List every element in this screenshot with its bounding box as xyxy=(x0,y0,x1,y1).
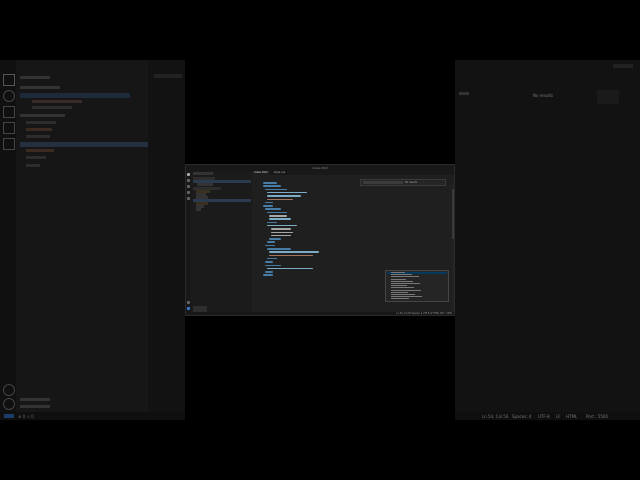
editor-area: index.html style.css No results xyxy=(252,171,454,312)
run-icon[interactable] xyxy=(187,191,190,194)
search-icon xyxy=(3,90,15,102)
code-line xyxy=(265,271,273,273)
code-line xyxy=(263,274,273,276)
code-line xyxy=(263,185,281,187)
code-line xyxy=(263,182,277,184)
tree-item[interactable] xyxy=(196,208,201,211)
search-icon[interactable] xyxy=(187,179,190,182)
bg-status-item: UTF-8 xyxy=(538,414,550,419)
background-activity-bar xyxy=(0,60,16,412)
suggestion-placeholder xyxy=(391,280,413,282)
line-number-gutter xyxy=(252,179,260,312)
suggestion-placeholder xyxy=(391,289,421,291)
code-line xyxy=(269,238,281,240)
background-editor xyxy=(148,60,185,412)
source-control-icon[interactable] xyxy=(187,185,190,188)
code-line xyxy=(265,208,281,210)
suggestion-placeholder xyxy=(391,298,409,300)
explorer-icon xyxy=(3,74,15,86)
bg-status-item: Ln 54, Col 56 xyxy=(482,414,509,419)
editor-window: index.html index.html style.css No resul… xyxy=(185,164,455,316)
suggestion-placeholder xyxy=(391,294,415,295)
code-line xyxy=(267,257,277,260)
settings-icon[interactable] xyxy=(187,307,190,310)
code-line xyxy=(269,218,291,220)
window-title: index.html xyxy=(312,166,328,170)
suggestion-placeholder xyxy=(391,274,412,276)
suggestion-placeholder xyxy=(391,291,408,293)
extensions-icon[interactable] xyxy=(187,197,190,200)
code-line xyxy=(267,198,293,200)
code-line xyxy=(267,224,297,227)
code-line xyxy=(271,228,291,230)
explorer-sidebar xyxy=(191,171,252,312)
code-line xyxy=(271,234,291,237)
status-bar: Ln 54, Col 56 Spaces: 4 UTF-8 LF HTML Po… xyxy=(186,312,454,315)
suggestion-placeholder xyxy=(391,283,420,284)
background-right-panel: No results xyxy=(455,60,640,412)
bg-status-item: Port : 5500 xyxy=(586,414,608,419)
scrollbar-thumb[interactable] xyxy=(452,189,454,239)
code-line xyxy=(263,205,273,207)
suggestion-placeholder xyxy=(391,276,419,278)
find-input[interactable] xyxy=(363,181,403,184)
find-widget: No results xyxy=(360,179,446,186)
background-sidebar xyxy=(16,60,148,412)
code-line xyxy=(267,191,307,194)
code-line xyxy=(265,244,275,247)
settings-icon xyxy=(3,398,15,410)
find-results: No results xyxy=(405,181,418,184)
code-line xyxy=(267,248,291,250)
suggestion-placeholder xyxy=(391,296,422,298)
bg-status-item: Spaces: 4 xyxy=(512,414,532,419)
suggestion-placeholder xyxy=(391,285,407,287)
bg-status-item: HTML xyxy=(566,414,578,419)
tab-index-html[interactable]: index.html xyxy=(252,171,270,175)
code-line xyxy=(269,215,287,217)
account-icon xyxy=(3,384,15,396)
status-right: Ln 54, Col 56 Spaces: 4 UTF-8 LF HTML Po… xyxy=(396,312,452,315)
suggestion-placeholder xyxy=(391,287,414,289)
code-line xyxy=(267,221,277,224)
vertical-scrollbar[interactable] xyxy=(452,179,454,312)
code-line xyxy=(269,251,319,253)
bg-status-item: LF xyxy=(556,414,561,419)
account-icon[interactable] xyxy=(187,301,190,304)
suggestion-placeholder xyxy=(391,272,405,273)
suggestion-widget xyxy=(385,270,449,302)
code-line xyxy=(265,264,281,266)
tab-style-css[interactable]: style.css xyxy=(272,171,287,175)
run-icon xyxy=(3,122,15,134)
background-no-results: No results xyxy=(533,93,554,98)
explorer-header xyxy=(193,172,213,175)
source-control-icon xyxy=(3,106,15,118)
tree-item[interactable] xyxy=(197,183,213,186)
code-line xyxy=(265,188,287,191)
code-line xyxy=(267,267,313,270)
code-line xyxy=(267,211,287,214)
explorer-icon[interactable] xyxy=(187,173,190,176)
code-line xyxy=(271,231,293,233)
extensions-icon xyxy=(3,138,15,150)
code-line xyxy=(269,254,313,257)
tab-bar: index.html style.css xyxy=(252,171,454,175)
suggestion-item[interactable] xyxy=(387,298,447,300)
code-line xyxy=(267,241,275,243)
code-line xyxy=(265,201,273,204)
code-line xyxy=(267,195,301,197)
code-line xyxy=(265,261,273,263)
suggestion-placeholder xyxy=(391,278,406,280)
